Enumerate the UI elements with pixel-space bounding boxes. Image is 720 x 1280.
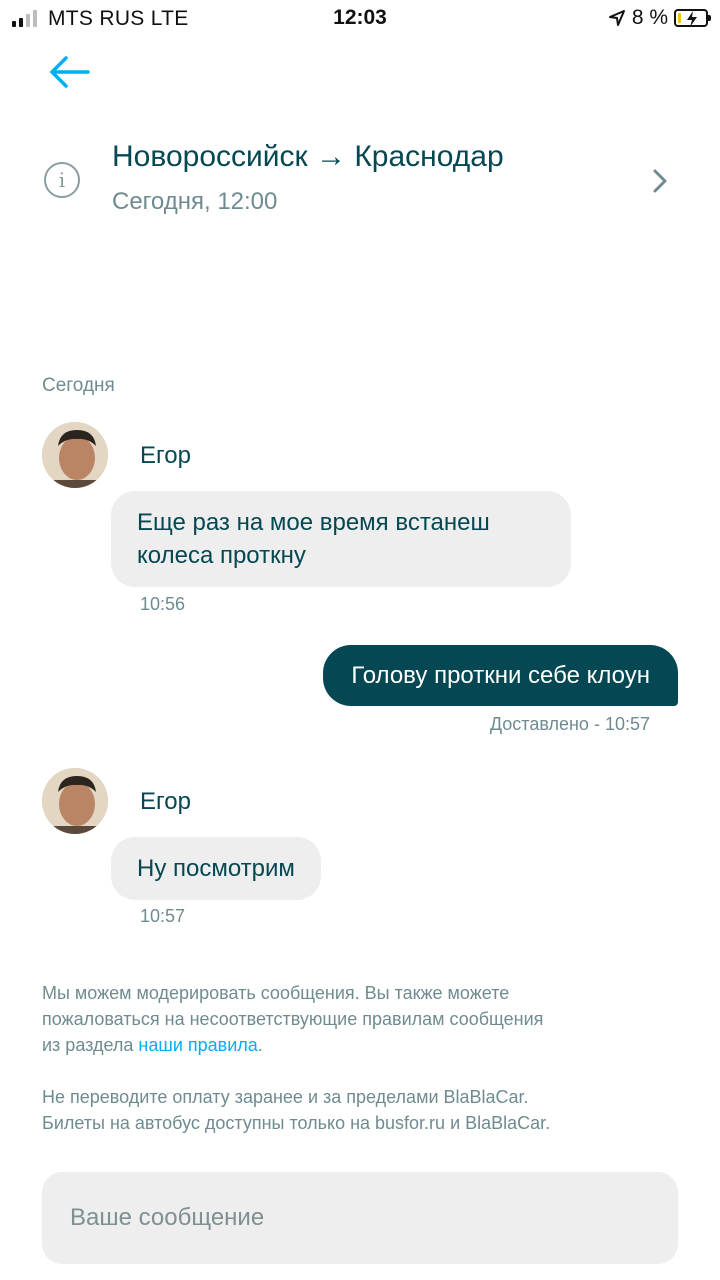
notice-text: . — [257, 1035, 263, 1055]
message-time: 10:57 — [140, 906, 186, 926]
our-rules-link[interactable]: наши правила — [138, 1035, 257, 1055]
notice-line: из раздела наши правила. — [42, 1032, 682, 1058]
avatar-photo — [42, 768, 108, 834]
route-title: Новороссийск → Краснодар — [112, 140, 504, 173]
trip-summary[interactable]: i Новороссийск → Краснодар Сегодня, 12:0… — [40, 130, 680, 230]
moderation-notice: Мы можем модерировать сообщения. Вы такж… — [42, 980, 682, 1058]
status-bar: MTS RUS LTE 12:03 8 % — [0, 0, 720, 38]
battery-charging-icon — [674, 9, 711, 27]
battery-percent: 8 % — [631, 6, 668, 29]
day-separator: Сегодня — [42, 375, 115, 396]
notice-line: Не переводите оплату заранее и за предел… — [42, 1087, 529, 1107]
payment-notice: Не переводите оплату заранее и за предел… — [42, 1084, 682, 1136]
message-bubble-incoming[interactable]: Ну посмотрим — [111, 837, 321, 900]
delivery-status: Доставлено - 10:57 — [489, 714, 650, 734]
arrow-left-icon — [50, 56, 90, 88]
sender-name: Егор — [140, 442, 191, 469]
info-icon[interactable]: i — [44, 162, 80, 198]
message-text-line: Еще раз на мое время встанеш — [137, 509, 490, 536]
avatar-photo — [42, 422, 108, 488]
avatar[interactable] — [42, 422, 108, 488]
avatar[interactable] — [42, 768, 108, 834]
chevron-right-icon — [653, 169, 667, 193]
status-right: 8 % — [608, 6, 711, 30]
message-input[interactable] — [42, 1172, 678, 1264]
message-bubble-outgoing[interactable]: Голову проткни себе клоун — [323, 645, 678, 706]
message-time: 10:56 — [140, 594, 186, 614]
back-button[interactable] — [44, 52, 94, 92]
sender-name: Егор — [140, 788, 191, 815]
notice-line: Мы можем модерировать сообщения. Вы такж… — [42, 983, 510, 1003]
route-date: Сегодня, 12:00 — [112, 188, 278, 215]
location-arrow-icon — [608, 10, 625, 26]
notice-line: Билеты на автобус доступны только на bus… — [42, 1113, 551, 1133]
message-text-line: колеса проткну — [137, 542, 306, 569]
notice-line: пожаловаться на несоответствующие правил… — [42, 1009, 544, 1029]
message-bubble-incoming[interactable]: Еще раз на мое время встанеш колеса прот… — [111, 491, 571, 587]
notice-text: из раздела — [42, 1035, 139, 1055]
